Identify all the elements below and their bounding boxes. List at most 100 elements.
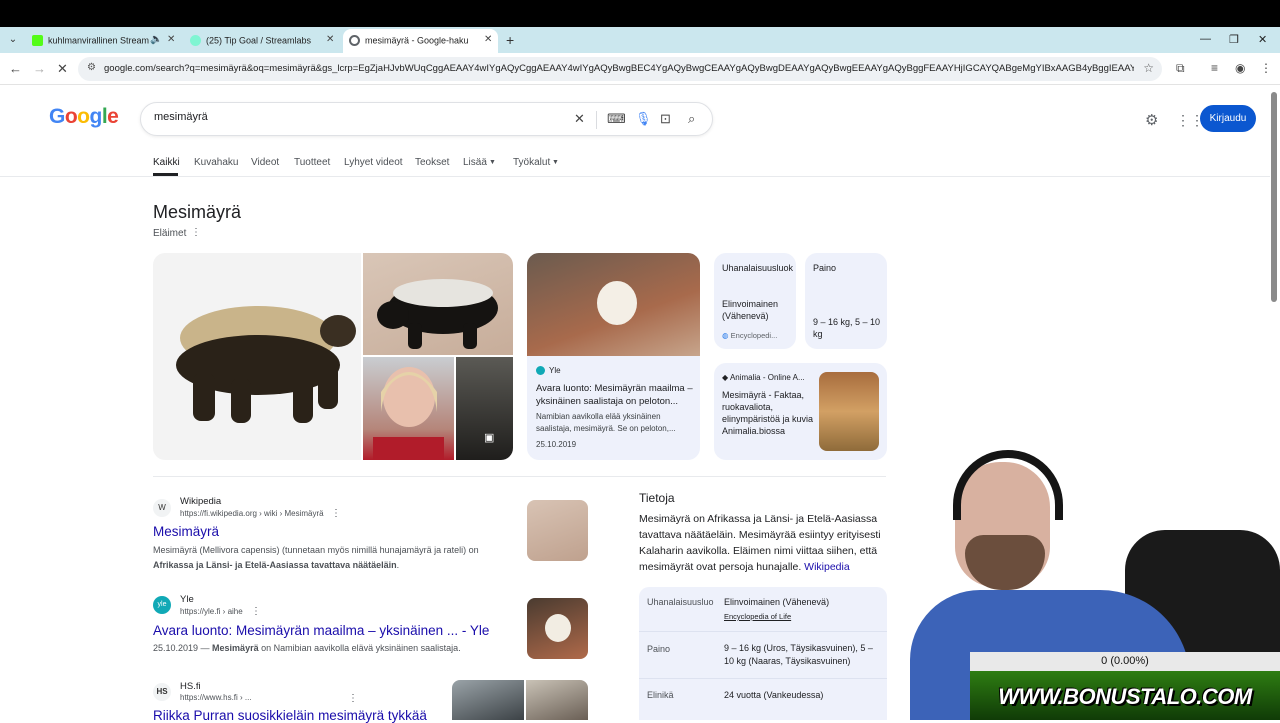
yle-result-thumbnail[interactable] <box>527 598 588 659</box>
result-url[interactable]: https://yle.fi › aihe <box>180 607 243 616</box>
signin-button[interactable]: Kirjaudu <box>1200 105 1256 132</box>
search-input[interactable] <box>154 111 554 123</box>
tab-lyhyet-videot[interactable]: Lyhyet videot <box>344 157 403 168</box>
speaker-icon[interactable]: 🔈 <box>150 34 162 45</box>
result-snippet: 25.10.2019 — Mesimäyrä on Namibian aavik… <box>153 643 461 653</box>
address-url[interactable]: google.com/search?q=mesimäyrä&oq=mesimäy… <box>104 63 1134 74</box>
tab-teokset[interactable]: Teokset <box>415 157 449 168</box>
animalia-card[interactable]: ◆ Animalia - Online A... Mesimäyrä - Fak… <box>714 363 887 460</box>
logo-letter: o <box>64 105 78 128</box>
clear-search-icon[interactable]: ✕ <box>574 111 585 127</box>
google-logo[interactable]: Google <box>49 105 119 129</box>
tyokalut-dropdown-icon[interactable]: ▼ <box>552 159 559 166</box>
search-divider <box>596 111 597 129</box>
browser-menu-icon[interactable]: ⋮ <box>1260 61 1272 75</box>
restore-icon[interactable]: ❐ <box>1229 33 1239 46</box>
fact-card-uhanalaisuus[interactable]: Uhanalaisuusluok Elinvoimainen (Vähenevä… <box>714 253 796 349</box>
stop-loading-icon[interactable]: ✕ <box>57 61 68 77</box>
window-close-icon[interactable]: ✕ <box>1258 33 1267 46</box>
headphones <box>953 450 1063 520</box>
tab-title: kuhlmanvirallinen Stream - <box>48 35 155 46</box>
tab-search-chevron-icon[interactable]: ⌄ <box>5 32 21 48</box>
tab-google-search[interactable]: mesimäyrä - Google-haku <box>349 30 479 50</box>
fact-source: ◍ Encyclopedi... <box>722 331 778 340</box>
tab-close-icon[interactable]: ✕ <box>326 34 334 45</box>
lisaa-dropdown-icon[interactable]: ▼ <box>489 159 496 166</box>
result-site[interactable]: Wikipedia <box>180 496 221 507</box>
microphone-icon[interactable]: 🎙 <box>635 111 652 127</box>
knowledge-panel-separator <box>153 476 886 477</box>
google-favicon-icon <box>349 35 360 47</box>
tab-videot[interactable]: Videot <box>251 157 279 168</box>
result-title-link[interactable]: Mesimäyrä <box>153 524 219 539</box>
fact-card-paino[interactable]: Paino 9 – 16 kg, 5 – 10 kg <box>805 253 887 349</box>
kick-favicon-icon <box>32 35 43 47</box>
search-box[interactable]: ✕ ⌨ 🎙 ⊡ ⌕ <box>140 102 713 136</box>
yle-news-card[interactable]: Yle Avara luonto: Mesimäyrän maailma – y… <box>527 253 700 460</box>
fact-value: 9 – 16 kg, 5 – 10 kg <box>813 317 881 339</box>
hs-result-thumbnail-1[interactable] <box>452 680 524 720</box>
hs-favicon-icon: HS <box>153 683 171 701</box>
more-options-icon[interactable]: ⋮ <box>191 227 201 238</box>
result-more-icon[interactable]: ⋮ <box>331 508 341 519</box>
address-bar[interactable]: ⚙ google.com/search?q=mesimäyrä&oq=mesim… <box>78 57 1162 81</box>
person-portrait-image[interactable] <box>363 357 454 460</box>
result-site[interactable]: Yle <box>180 594 194 605</box>
animalia-title: Mesimäyrä - Faktaa, ruokavaliota, elinym… <box>722 390 814 436</box>
extensions-puzzle-icon[interactable]: ⧉ <box>1176 61 1185 76</box>
facts-row: Paino 9 – 16 kg (Uros, Täysikasvuinen), … <box>639 632 887 679</box>
tab-close-icon[interactable]: ✕ <box>484 34 492 45</box>
keyboard-icon[interactable]: ⌨ <box>607 111 626 127</box>
logo-letter: o <box>77 105 90 128</box>
honey-badger-main-image[interactable] <box>153 253 361 460</box>
honey-badger-closeup-image[interactable]: ▣ <box>456 357 513 460</box>
back-arrow-icon[interactable]: ← <box>9 61 22 76</box>
result-site[interactable]: HS.fi <box>180 681 201 692</box>
search-icon[interactable]: ⌕ <box>688 111 695 127</box>
logo-letter: G <box>49 105 65 128</box>
result-more-icon[interactable]: ⋮ <box>251 606 261 617</box>
tab-kaikki[interactable]: Kaikki <box>153 157 180 168</box>
globe-icon: ◍ <box>722 331 729 340</box>
settings-gear-icon[interactable]: ⚙ <box>1145 111 1158 129</box>
result-title-link[interactable]: Avara luonto: Mesimäyrän maailma – yksin… <box>153 623 489 638</box>
media-control-icon[interactable]: ≡ <box>1211 61 1218 75</box>
tab-tyokalut[interactable]: Työkalut <box>513 157 550 168</box>
wikipedia-link[interactable]: Wikipedia <box>804 561 850 573</box>
fact-key: Paino <box>647 644 671 654</box>
result-title-link[interactable]: Riikka Purran suosikkieläin mesimäyrä ty… <box>153 708 427 723</box>
wikipedia-result-thumbnail[interactable] <box>527 500 588 561</box>
tab-lisaa[interactable]: Lisää <box>463 157 487 168</box>
hs-result-thumbnail-2[interactable] <box>526 680 588 720</box>
fact-key: Elinikä <box>647 690 674 700</box>
honey-badger-drawing <box>377 279 498 349</box>
tab-streamlabs[interactable]: (25) Tip Goal / Streamlabs <box>190 30 330 50</box>
result-url[interactable]: https://fi.wikipedia.org › wiki › Mesimä… <box>180 509 324 518</box>
result-more-icon[interactable]: ⋮ <box>348 693 358 704</box>
forward-arrow-icon[interactable]: → <box>33 61 46 76</box>
animalia-source: ◆ Animalia - Online A... <box>722 373 805 382</box>
fact-label: Paino <box>813 263 837 273</box>
tab-kuvahaku[interactable]: Kuvahaku <box>194 157 238 168</box>
tab-tuotteet[interactable]: Tuotteet <box>294 157 330 168</box>
new-tab-plus-icon[interactable]: + <box>506 32 514 48</box>
egg-shape <box>545 614 571 642</box>
result-url[interactable]: https://www.hs.fi › ... <box>180 693 252 702</box>
bookmark-star-icon[interactable]: ☆ <box>1143 61 1154 75</box>
fact-value: Elinvoimainen (Vähenevä) <box>722 299 779 321</box>
logo-letter: e <box>107 105 119 128</box>
minimize-icon[interactable]: — <box>1200 33 1211 45</box>
about-text: Mesimäyrä on Afrikassa ja Länsi- ja Etel… <box>639 513 881 573</box>
animalia-image <box>819 372 879 451</box>
tab-close-icon[interactable]: ✕ <box>167 34 175 45</box>
honey-badger-image-2[interactable] <box>363 253 513 355</box>
fact-source-link[interactable]: Encyclopedia of Life <box>724 612 791 621</box>
fact-key: Uhanalaisuusluo <box>647 597 714 607</box>
profile-icon[interactable]: ◉ <box>1235 61 1245 75</box>
page-scrollbar[interactable] <box>1271 92 1277 302</box>
site-info-icon[interactable]: ⚙ <box>87 62 96 73</box>
logo-letter: g <box>89 105 103 128</box>
yle-card-date: 25.10.2019 <box>536 440 577 449</box>
image-gallery-icon[interactable]: ▣ <box>484 431 494 444</box>
lens-camera-icon[interactable]: ⊡ <box>660 111 671 127</box>
